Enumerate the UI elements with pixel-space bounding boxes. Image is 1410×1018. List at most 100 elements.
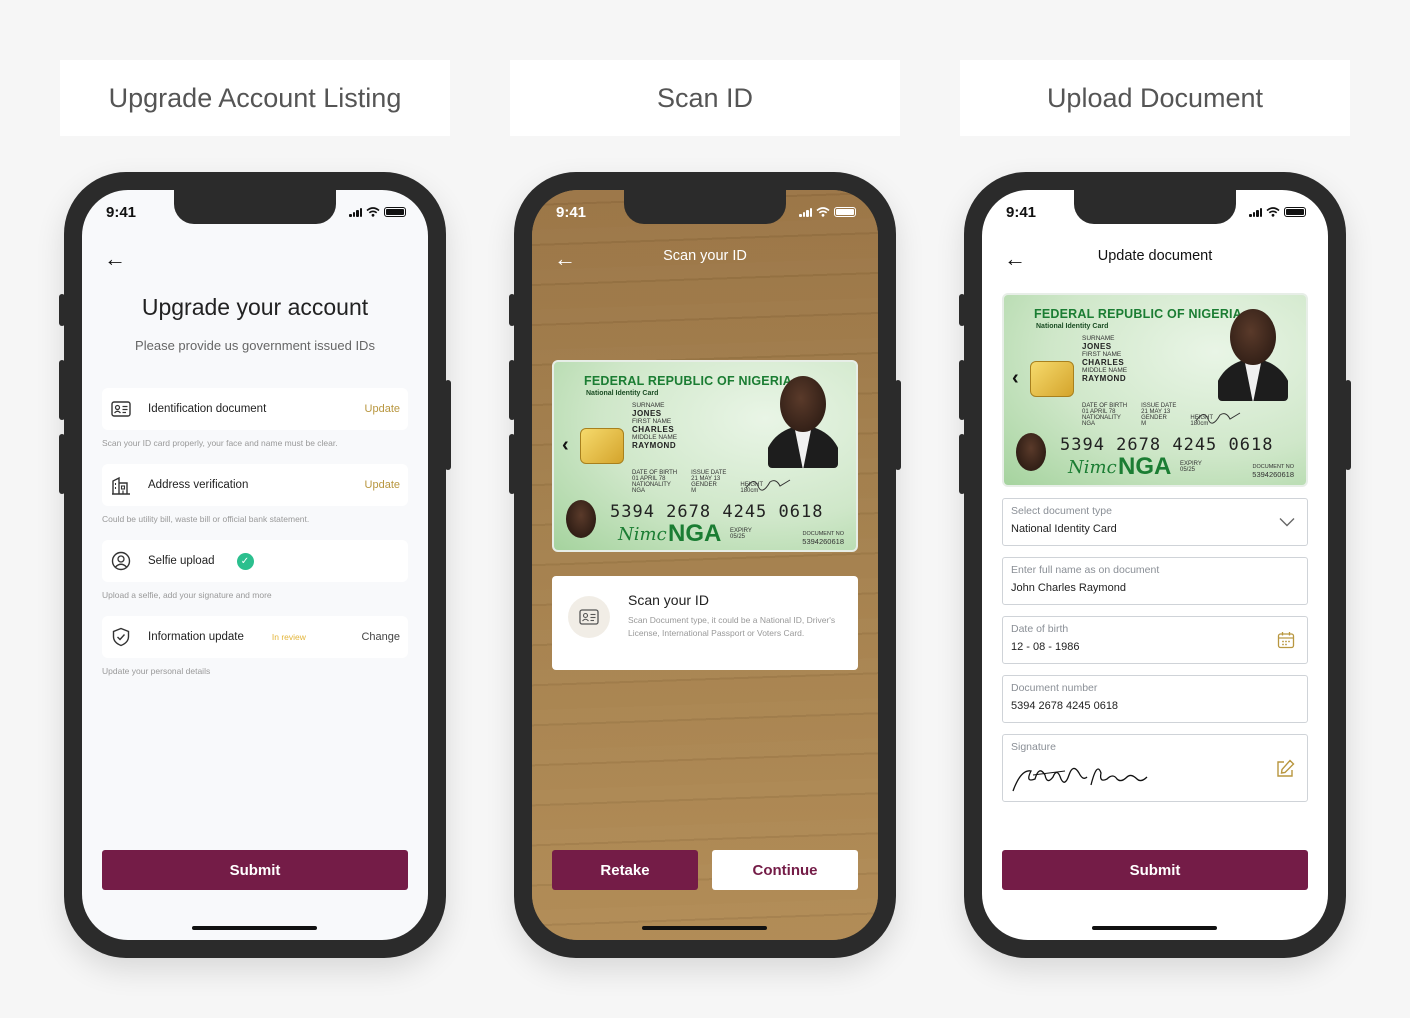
section-label-scan: Scan ID — [510, 60, 900, 136]
wifi-icon — [816, 207, 830, 217]
section-label-upgrade: Upgrade Account Listing — [60, 60, 450, 136]
card-expiry: EXPIRY 05/25 — [1180, 461, 1202, 473]
phone-scan-id: 9:41 ← Scan your ID FEDERAL REPUBLIC OF … — [509, 172, 901, 958]
field-label: Select document type — [1011, 505, 1112, 517]
battery-icon — [834, 207, 856, 217]
row-label: Information update — [148, 631, 244, 643]
screen-update-document: 9:41 ← Update document FEDERAL REPUBLIC … — [982, 190, 1328, 940]
card-nin: 5394 2678 4245 0618 — [610, 502, 824, 522]
chevron-left-icon: ‹ — [562, 434, 569, 456]
card-signature — [745, 479, 791, 491]
row-label: Identification document — [148, 403, 267, 415]
date-of-birth-field[interactable]: Date of birth 12 - 08 - 1986 — [1002, 616, 1308, 664]
page-title: Update document — [1097, 248, 1213, 264]
status-badge: In review — [271, 632, 306, 642]
card-signature — [1195, 412, 1241, 424]
card-expiry: EXPIRY 05/25 — [730, 528, 752, 540]
row-identification-document[interactable]: Identification document Update — [102, 388, 408, 430]
submit-button[interactable]: Submit — [1002, 850, 1308, 890]
home-indicator — [642, 926, 767, 930]
document-number-field[interactable]: Document number 5394 2678 4245 0618 — [1002, 675, 1308, 723]
notch — [174, 190, 336, 224]
signature-field[interactable]: Signature — [1002, 734, 1308, 802]
signal-icon — [1249, 207, 1262, 217]
continue-button[interactable]: Continue — [712, 850, 858, 890]
phone-upload-document: 9:41 ← Update document FEDERAL REPUBLIC … — [959, 172, 1351, 958]
edit-icon[interactable] — [1275, 759, 1295, 779]
status-icons — [349, 207, 406, 217]
full-name-field[interactable]: Enter full name as on document John Char… — [1002, 557, 1308, 605]
home-indicator — [192, 926, 317, 930]
card-country: FEDERAL REPUBLIC OF NIGERIA — [1034, 307, 1242, 321]
change-link[interactable]: Change — [361, 631, 400, 643]
signature-drawing — [1012, 767, 1148, 792]
wifi-icon — [1266, 207, 1280, 217]
chevron-down-icon — [1279, 518, 1295, 527]
id-card-icon — [110, 398, 132, 420]
screen-upgrade-account: 9:41 ← Upgrade your account Please provi… — [82, 190, 428, 940]
back-arrow-icon[interactable]: ← — [104, 246, 126, 272]
submit-button[interactable]: Submit — [102, 850, 408, 890]
notch — [624, 190, 786, 224]
calendar-icon[interactable] — [1277, 631, 1295, 649]
check-icon: ✓ — [236, 552, 254, 570]
page-subtitle: Please provide us government issued IDs — [135, 338, 375, 353]
status-icons — [799, 207, 856, 217]
status-time: 9:41 — [1006, 204, 1037, 221]
row-hint: Upload a selfie, add your signature and … — [102, 590, 272, 600]
status-icons — [1249, 207, 1306, 217]
chevron-left-icon: ‹ — [1012, 367, 1019, 389]
id-card-preview[interactable]: FEDERAL REPUBLIC OF NIGERIA National Ide… — [1002, 293, 1308, 487]
wifi-icon — [366, 207, 380, 217]
field-label: Date of birth — [1011, 623, 1069, 635]
row-address-verification[interactable]: Address verification Update — [102, 464, 408, 506]
status-time: 9:41 — [556, 204, 587, 221]
field-label: Enter full name as on document — [1011, 564, 1160, 576]
retake-button[interactable]: Retake — [552, 850, 698, 890]
card-code: NGA — [668, 520, 722, 547]
document-type-select[interactable]: Select document type National Identity C… — [1002, 498, 1308, 546]
row-label: Address verification — [148, 479, 249, 491]
phone-upgrade-account: 9:41 ← Upgrade your account Please provi… — [59, 172, 451, 958]
update-link[interactable]: Update — [365, 479, 400, 491]
row-information-update[interactable]: Information update In review Change — [102, 616, 408, 658]
battery-icon — [384, 207, 406, 217]
scan-card-heading: Scan your ID — [628, 592, 709, 608]
card-brand: Nimc — [618, 524, 667, 545]
card-photo — [1218, 305, 1288, 401]
card-type: National Identity Card — [586, 390, 659, 397]
card-country: FEDERAL REPUBLIC OF NIGERIA — [584, 374, 792, 388]
section-label-upload: Upload Document — [960, 60, 1350, 136]
card-docno: DOCUMENT NO 5394260618 — [1252, 464, 1294, 479]
id-card-icon — [568, 596, 610, 638]
card-fields: SURNAME JONES FIRST NAME CHARLES MIDDLE NA… — [632, 402, 678, 450]
row-selfie-upload[interactable]: Selfie upload ✓ — [102, 540, 408, 582]
notch — [1074, 190, 1236, 224]
home-indicator — [1092, 926, 1217, 930]
page-title: Upgrade your account — [141, 294, 369, 320]
update-link[interactable]: Update — [365, 403, 400, 415]
scan-card-description: Scan Document type, it could be a Nation… — [628, 615, 836, 638]
card-thumbnail — [566, 500, 596, 538]
signal-icon — [349, 207, 362, 217]
chip-icon — [580, 428, 624, 464]
battery-icon — [1284, 207, 1306, 217]
status-time: 9:41 — [106, 204, 137, 221]
card-photo — [768, 372, 838, 468]
field-label: Signature — [1011, 741, 1056, 753]
row-hint: Scan your ID card properly, your face an… — [102, 438, 338, 448]
field-label: Document number — [1011, 682, 1098, 694]
scan-info-card: Scan your ID Scan Document type, it coul… — [552, 576, 858, 670]
card-code: NGA — [1118, 453, 1172, 480]
field-value: National Identity Card — [1011, 523, 1117, 535]
chip-icon — [1030, 361, 1074, 397]
row-hint: Could be utility bill, waste bill or off… — [102, 514, 310, 524]
id-card-preview: FEDERAL REPUBLIC OF NIGERIA National Ide… — [552, 360, 858, 552]
building-icon — [110, 474, 132, 496]
row-label: Selfie upload — [148, 555, 215, 567]
camera-background — [532, 190, 878, 940]
field-value: 5394 2678 4245 0618 — [1011, 700, 1119, 712]
field-value: John Charles Raymond — [1011, 582, 1126, 594]
screen-scan-id: 9:41 ← Scan your ID FEDERAL REPUBLIC OF … — [532, 190, 878, 940]
card-fields: SURNAME JONES FIRST NAME CHARLES MIDDLE NA… — [1082, 335, 1128, 383]
